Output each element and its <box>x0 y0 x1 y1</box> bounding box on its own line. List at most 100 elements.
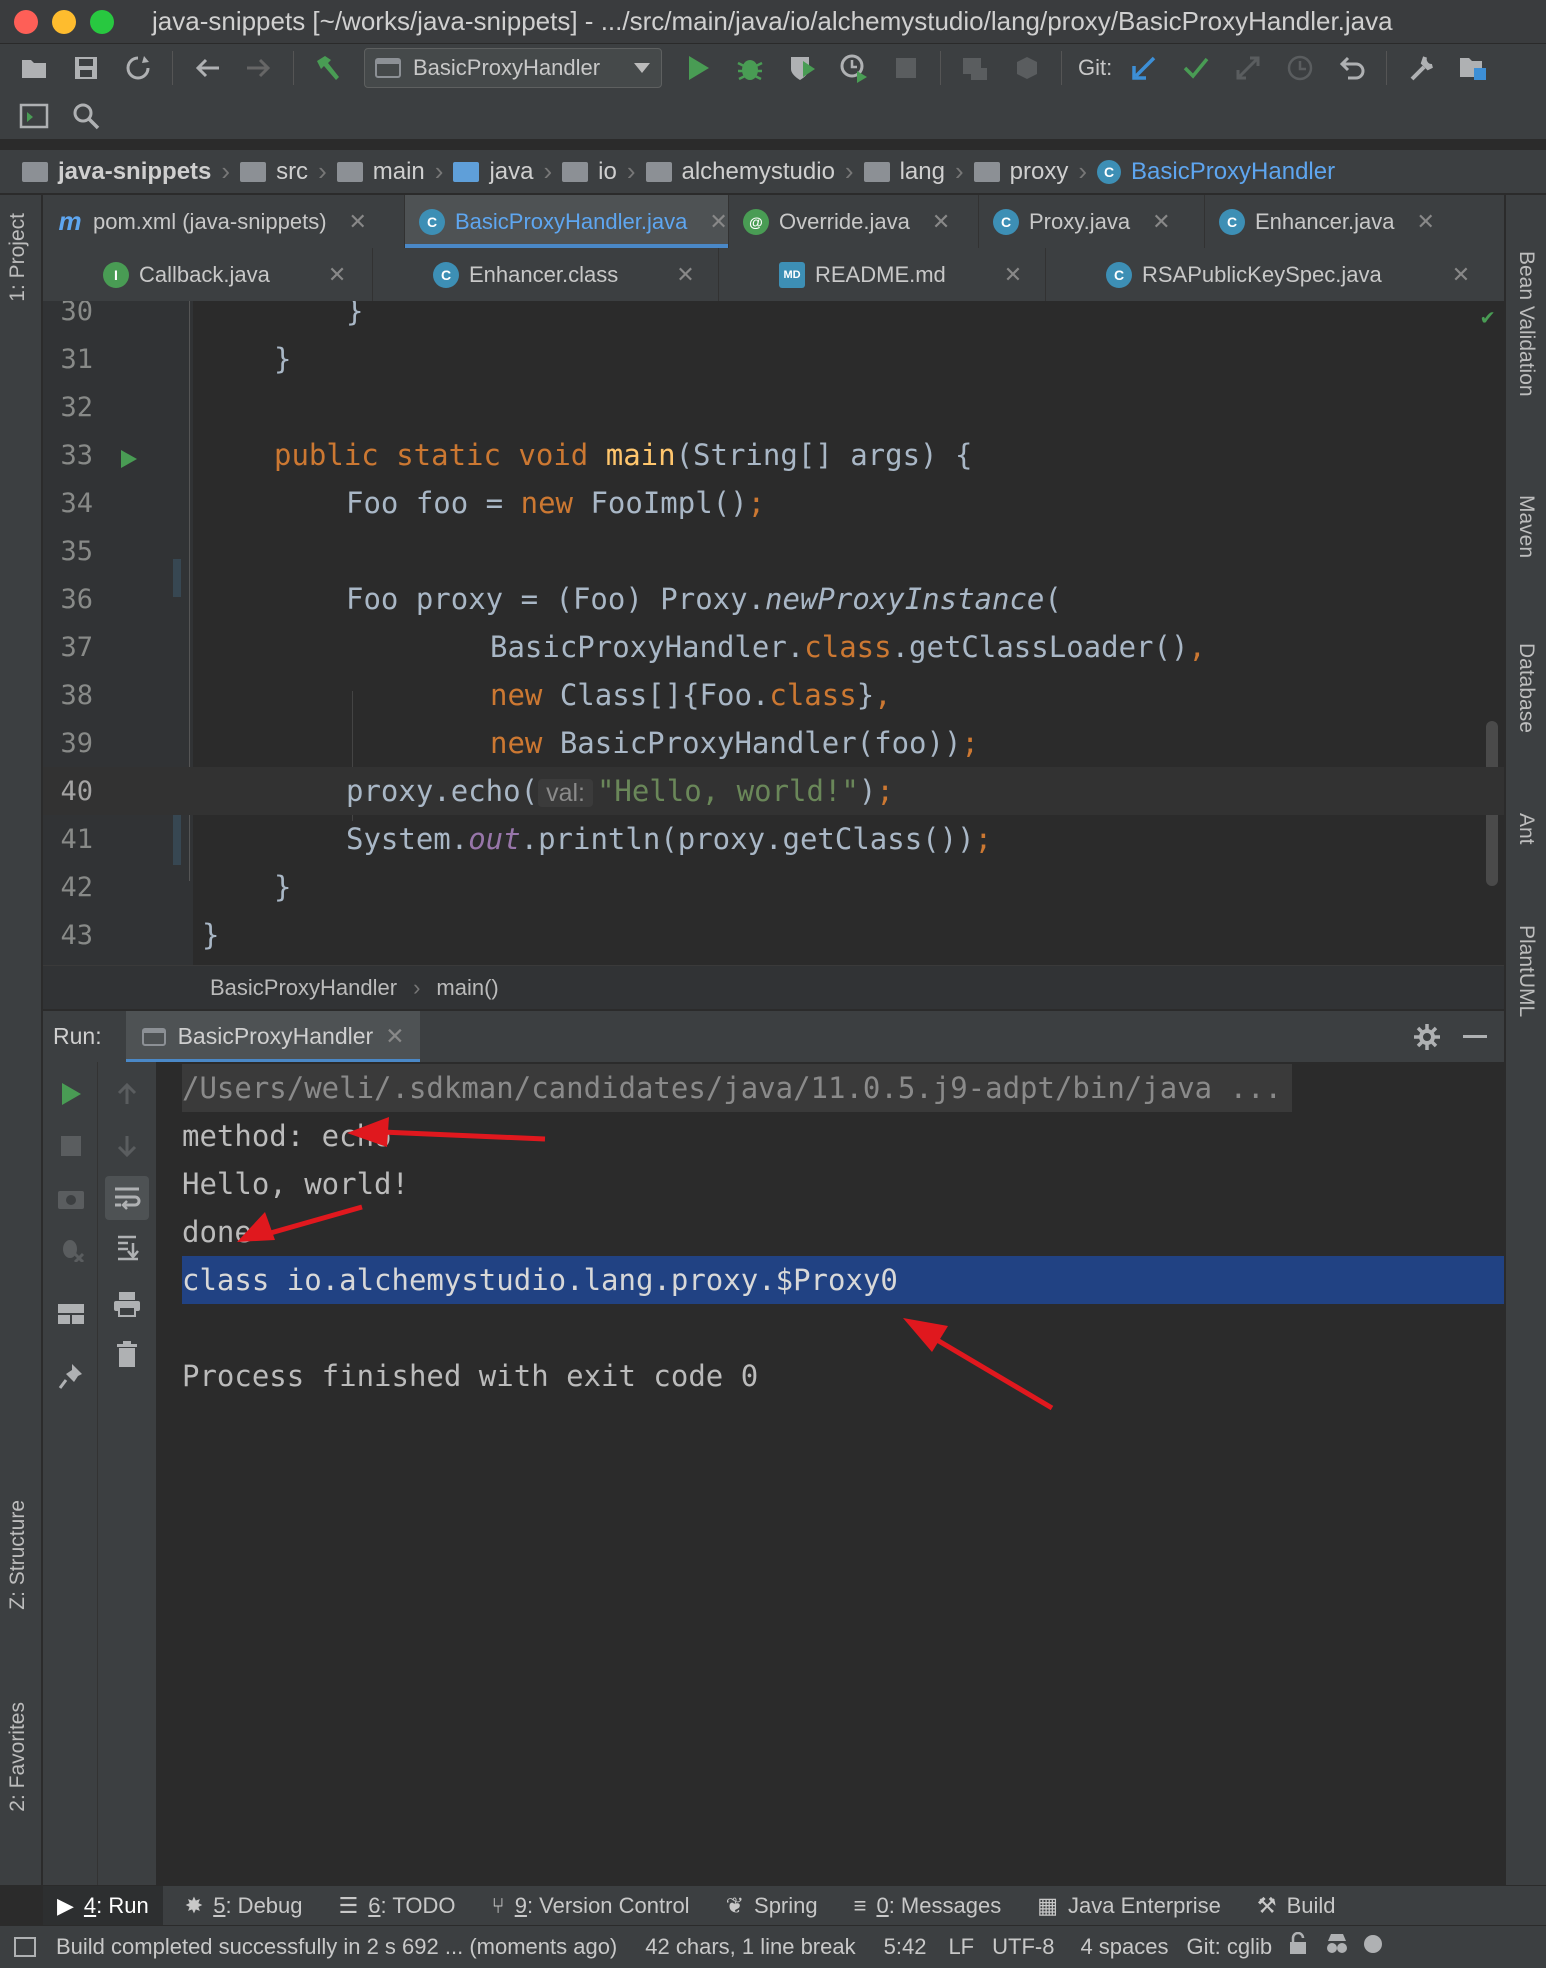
tool-window-messages[interactable]: ≡ 0: Messages <box>840 1886 1016 1926</box>
tool-window-debug[interactable]: ✸ 5: Debug <box>171 1886 317 1926</box>
nav-crumb-alchemystudio[interactable]: alchemystudio › <box>645 156 864 187</box>
inspector-icon[interactable] <box>1324 1932 1350 1962</box>
tool-window-java-enterprise[interactable]: ▦ Java Enterprise <box>1023 1886 1235 1926</box>
plantuml-tool-tab[interactable]: PlantUML <box>1514 925 1538 1017</box>
status-indent[interactable]: 4 spaces <box>1080 1934 1168 1960</box>
nav-crumb-project[interactable]: java-snippets › <box>22 156 240 187</box>
tab-basicproxyhandler[interactable]: C BasicProxyHandler.java ✕ <box>405 195 729 248</box>
event-log-icon[interactable] <box>1360 1932 1386 1962</box>
search-icon[interactable] <box>66 96 106 136</box>
tab-proxy[interactable]: C Proxy.java ✕ <box>979 195 1205 248</box>
stop-icon[interactable] <box>51 1126 91 1166</box>
status-message[interactable]: Build completed successfully in 2 s 692 … <box>56 1934 617 1960</box>
console-output[interactable]: /Users/weli/.sdkman/candidates/java/11.0… <box>157 1062 1504 1885</box>
close-icon[interactable]: ✕ <box>349 209 367 235</box>
tool-window-run[interactable]: ▶ 4: Run <box>43 1885 163 1926</box>
git-compare-icon[interactable] <box>1228 48 1268 88</box>
nav-crumb-class[interactable]: C BasicProxyHandler <box>1097 158 1335 186</box>
close-icon[interactable]: ✕ <box>676 262 694 288</box>
status-encoding[interactable]: UTF-8 <box>992 1934 1054 1960</box>
tab-readme[interactable]: MD README.md ✕ <box>719 248 1046 301</box>
build-hammer-icon[interactable] <box>308 48 348 88</box>
layout-toggle-icon[interactable] <box>14 1937 36 1957</box>
tool-window-build[interactable]: ⚒ Build <box>1243 1886 1350 1926</box>
stop-icon[interactable] <box>886 48 926 88</box>
nav-crumb-proxy[interactable]: proxy › <box>973 156 1097 187</box>
status-git-branch[interactable]: Git: cglib <box>1187 1934 1273 1960</box>
tab-enhancer-java[interactable]: C Enhancer.java ✕ <box>1205 195 1504 248</box>
run-tab-basicproxyhandler[interactable]: BasicProxyHandler ✕ <box>125 1010 421 1063</box>
code-editor[interactable]: ✔ 30} 31} 32 33 public static void main(… <box>43 301 1504 965</box>
lock-icon[interactable] <box>1288 1931 1308 1962</box>
git-commit-icon[interactable] <box>1176 48 1216 88</box>
run-gutter-icon[interactable] <box>119 443 139 477</box>
minimize-window-button[interactable] <box>52 9 76 34</box>
minimize-icon[interactable] <box>1463 1035 1487 1038</box>
settings-wrench-icon[interactable] <box>1401 48 1441 88</box>
close-icon[interactable]: ✕ <box>328 262 346 288</box>
favorites-tool-tab[interactable]: 2: Favorites <box>6 1702 30 1812</box>
pin-icon[interactable] <box>51 1356 91 1396</box>
tool-window-todo[interactable]: ☰ 6: TODO <box>325 1886 470 1926</box>
close-icon[interactable]: ✕ <box>1452 262 1470 288</box>
nav-crumb-lang[interactable]: lang › <box>863 156 974 187</box>
camera-icon[interactable] <box>51 1178 91 1218</box>
maven-tool-tab[interactable]: Maven <box>1514 495 1538 558</box>
nav-crumb-src[interactable]: src › <box>240 156 337 187</box>
breadcrumb-class[interactable]: BasicProxyHandler <box>210 975 397 1001</box>
print-icon[interactable] <box>107 1284 147 1324</box>
layout-icon[interactable] <box>51 1294 91 1334</box>
profile-icon[interactable] <box>834 48 874 88</box>
trash-icon[interactable] <box>107 1334 147 1374</box>
tab-pom-xml[interactable]: m pom.xml (java-snippets) ✕ <box>43 195 405 248</box>
forward-arrow-icon[interactable] <box>239 48 279 88</box>
gear-icon[interactable] <box>1413 1023 1441 1056</box>
project-structure-icon[interactable] <box>1453 48 1493 88</box>
run-icon[interactable] <box>678 48 718 88</box>
git-history-icon[interactable] <box>1280 48 1320 88</box>
tab-override[interactable]: @ Override.java ✕ <box>729 195 979 248</box>
sync-icon[interactable] <box>118 48 158 88</box>
coverage-icon[interactable] <box>782 48 822 88</box>
arrow-up-icon[interactable] <box>107 1074 147 1114</box>
git-update-icon[interactable] <box>1124 48 1164 88</box>
close-window-button[interactable] <box>14 9 38 34</box>
status-line-separator[interactable]: LF <box>948 1934 974 1960</box>
structure-tool-tab[interactable]: Z: Structure <box>6 1500 30 1610</box>
tab-enhancer-class[interactable]: C Enhancer.class ✕ <box>373 248 719 301</box>
git-rollback-icon[interactable] <box>1332 48 1372 88</box>
tab-rsapublickeyspec[interactable]: C RSAPublicKeySpec.java ✕ <box>1046 248 1504 301</box>
database-tool-tab[interactable]: Database <box>1514 643 1538 733</box>
soft-wrap-icon[interactable] <box>105 1176 149 1220</box>
scroll-to-end-icon[interactable] <box>107 1228 147 1268</box>
breadcrumb-method[interactable]: main() <box>436 975 498 1001</box>
status-caret-position[interactable]: 5:42 <box>884 1934 927 1960</box>
save-icon[interactable] <box>66 48 106 88</box>
debug-bug-icon[interactable] <box>730 48 770 88</box>
terminal-icon[interactable] <box>14 96 54 136</box>
close-icon[interactable]: ✕ <box>709 209 727 235</box>
close-icon[interactable]: ✕ <box>385 1023 404 1050</box>
nav-crumb-io[interactable]: io › <box>562 156 645 187</box>
close-icon[interactable]: ✕ <box>1004 262 1022 288</box>
nav-crumb-java[interactable]: java › <box>453 156 562 187</box>
close-icon[interactable]: ✕ <box>932 209 950 235</box>
open-folder-icon[interactable] <box>14 48 54 88</box>
close-icon[interactable]: ✕ <box>1416 209 1434 235</box>
bean-validation-tool-tab[interactable]: Bean Validation <box>1514 251 1538 397</box>
tab-callback[interactable]: I Callback.java ✕ <box>43 248 373 301</box>
zoom-window-button[interactable] <box>90 9 114 34</box>
attach-debugger-icon[interactable] <box>955 48 995 88</box>
close-icon[interactable]: ✕ <box>1152 209 1170 235</box>
exit-debug-icon[interactable] <box>51 1228 91 1268</box>
project-tool-tab[interactable]: 1: Project <box>6 213 30 302</box>
run-configuration-dropdown[interactable]: BasicProxyHandler <box>364 48 662 88</box>
tool-window-spring[interactable]: ❦ Spring <box>712 1886 832 1926</box>
ant-tool-tab[interactable]: Ant <box>1514 813 1538 845</box>
arrow-down-icon[interactable] <box>107 1126 147 1166</box>
rerun-icon[interactable] <box>51 1074 91 1114</box>
nav-crumb-main[interactable]: main › <box>336 156 454 187</box>
back-arrow-icon[interactable] <box>187 48 227 88</box>
deploy-icon[interactable] <box>1007 48 1047 88</box>
tool-window-version-control[interactable]: ⑂ 9: Version Control <box>477 1886 703 1926</box>
